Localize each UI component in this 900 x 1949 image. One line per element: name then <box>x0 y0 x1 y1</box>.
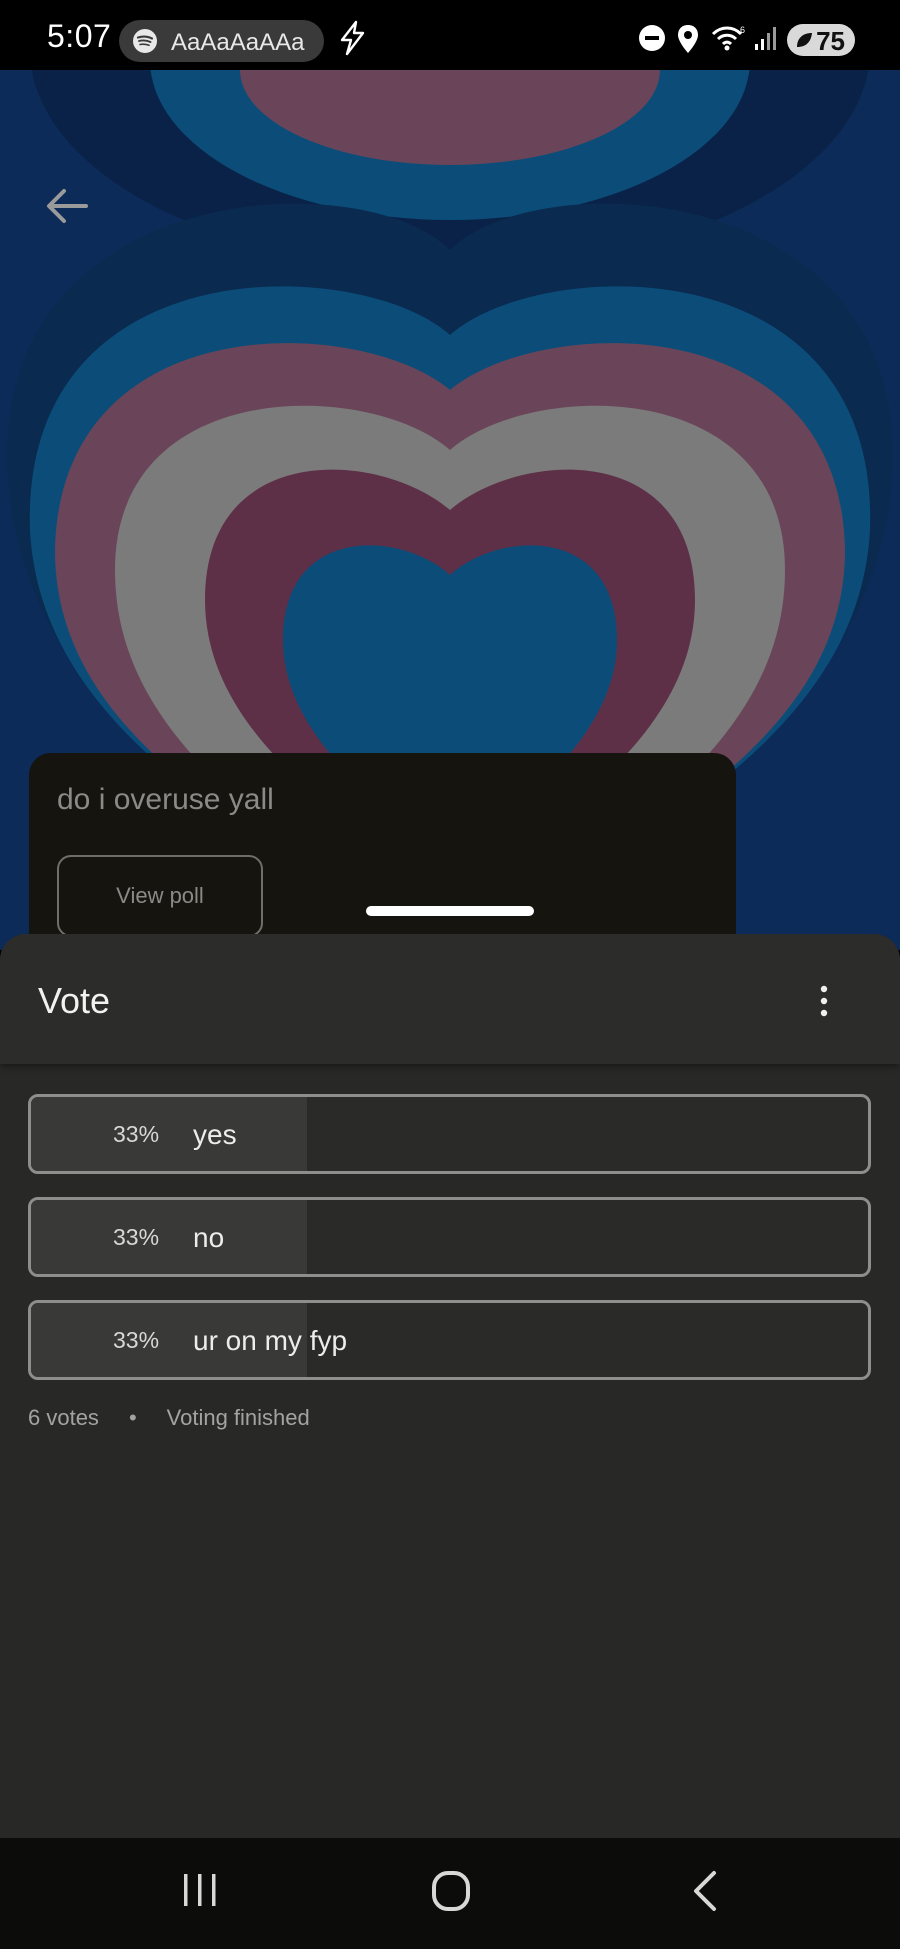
poll-option-fill <box>31 1097 308 1171</box>
vote-bottom-sheet: Vote 33% yes 33% no 33% ur on my fyp 6 v… <box>0 934 900 1838</box>
view-poll-button[interactable]: View poll <box>57 855 263 937</box>
home-icon[interactable] <box>431 1870 471 1912</box>
wifi-icon: 6 <box>711 25 745 51</box>
back-arrow-icon[interactable] <box>44 188 88 224</box>
poll-option-label: no <box>193 1222 225 1253</box>
media-chip[interactable]: AaAaAaAAa <box>119 20 324 62</box>
poll-option-percent: 33% <box>113 1121 160 1147</box>
back-nav-icon[interactable] <box>690 1870 720 1912</box>
post-title: do i overuse yall <box>57 783 274 816</box>
location-icon <box>678 25 698 53</box>
poll-option-yes[interactable]: 33% yes <box>28 1094 871 1174</box>
battery-level: 75 <box>816 26 845 56</box>
vote-count: 6 votes <box>28 1405 99 1430</box>
poll-option-label: yes <box>193 1119 237 1150</box>
status-time: 5:07 <box>47 18 112 54</box>
poll-option-label: ur on my fyp <box>193 1325 348 1356</box>
battery-saver-icon <box>797 33 812 47</box>
status-bar: 5:07 AaAaAaAAa 6 75 <box>0 0 900 70</box>
poll-option-fill <box>31 1200 308 1274</box>
poll-option-fyp[interactable]: 33% ur on my fyp <box>28 1300 871 1380</box>
recent-apps-icon[interactable] <box>180 1870 220 1910</box>
do-not-disturb-icon <box>639 25 665 51</box>
poll-option-percent: 33% <box>113 1224 160 1250</box>
system-nav-bar <box>0 1838 900 1949</box>
signal-icon <box>755 27 776 50</box>
more-vertical-icon[interactable] <box>808 984 840 1018</box>
poll-option-percent: 33% <box>113 1327 160 1353</box>
voting-status: Voting finished <box>166 1405 310 1430</box>
sheet-title: Vote <box>38 980 111 1021</box>
poll-meta: 6 votes • Voting finished <box>28 1405 310 1431</box>
sheet-header: Vote <box>0 934 900 1064</box>
poll-option-no[interactable]: 33% no <box>28 1197 871 1277</box>
sheet-drag-handle[interactable] <box>366 906 534 916</box>
media-title: AaAaAaAAa <box>171 29 305 56</box>
svg-text:6: 6 <box>740 25 745 35</box>
meta-separator: • <box>128 1405 137 1430</box>
spotify-icon <box>133 29 157 53</box>
battery-indicator: 75 <box>787 24 855 56</box>
bolt-icon <box>340 20 365 56</box>
